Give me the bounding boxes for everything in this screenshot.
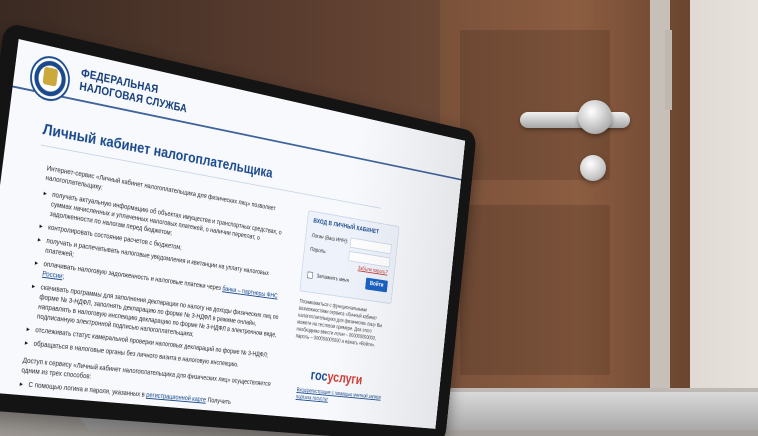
forgot-password-link[interactable]: Забыли пароль? [358, 266, 388, 276]
remember-me[interactable]: Запомнить меня [307, 271, 349, 284]
gosuslugi-login-link[interactable]: Вход/регистрация с помощью учетной запис… [295, 387, 389, 409]
fns-emblem-icon [27, 52, 73, 105]
password-input[interactable] [348, 250, 391, 268]
test-login-note: Познакомиться с функциональными возможно… [295, 299, 383, 349]
remember-label: Запомнить меня [316, 273, 350, 285]
door-lock [580, 155, 606, 181]
door-handle-rose [578, 100, 612, 134]
login-title: ВХОД В ЛИЧНЫЙ КАБИНЕТ [313, 218, 380, 236]
gosuslugi-part-2: услуги [326, 369, 363, 388]
login-panel: ВХОД В ЛИЧНЫЙ КАБИНЕТ Логин (Ваш ИНН): П… [299, 210, 400, 305]
remember-checkbox[interactable] [307, 271, 314, 280]
door-panel-bottom [460, 205, 610, 375]
password-label: Пароль: [309, 246, 327, 255]
feature-text-end: ; [62, 271, 65, 281]
login-label: Логин (Ваш ИНН): [311, 232, 349, 245]
registration-card-link[interactable]: регистрационной карте [146, 390, 207, 403]
main-content: Интернет-сервис «Личный кабинет налогопл… [19, 163, 294, 413]
login-button[interactable]: Войти [365, 277, 388, 293]
gosuslugi-logo[interactable]: госуслуги [310, 368, 363, 389]
photo-scene: ФЕДЕРАЛЬНАЯ НАЛОГОВАЯ СЛУЖБА Личный каби… [0, 0, 758, 436]
door-handle [520, 112, 630, 128]
gosuslugi-part-1: гос [309, 368, 329, 385]
access-item-suffix: Получить [207, 395, 232, 406]
door-hinge [665, 30, 672, 110]
